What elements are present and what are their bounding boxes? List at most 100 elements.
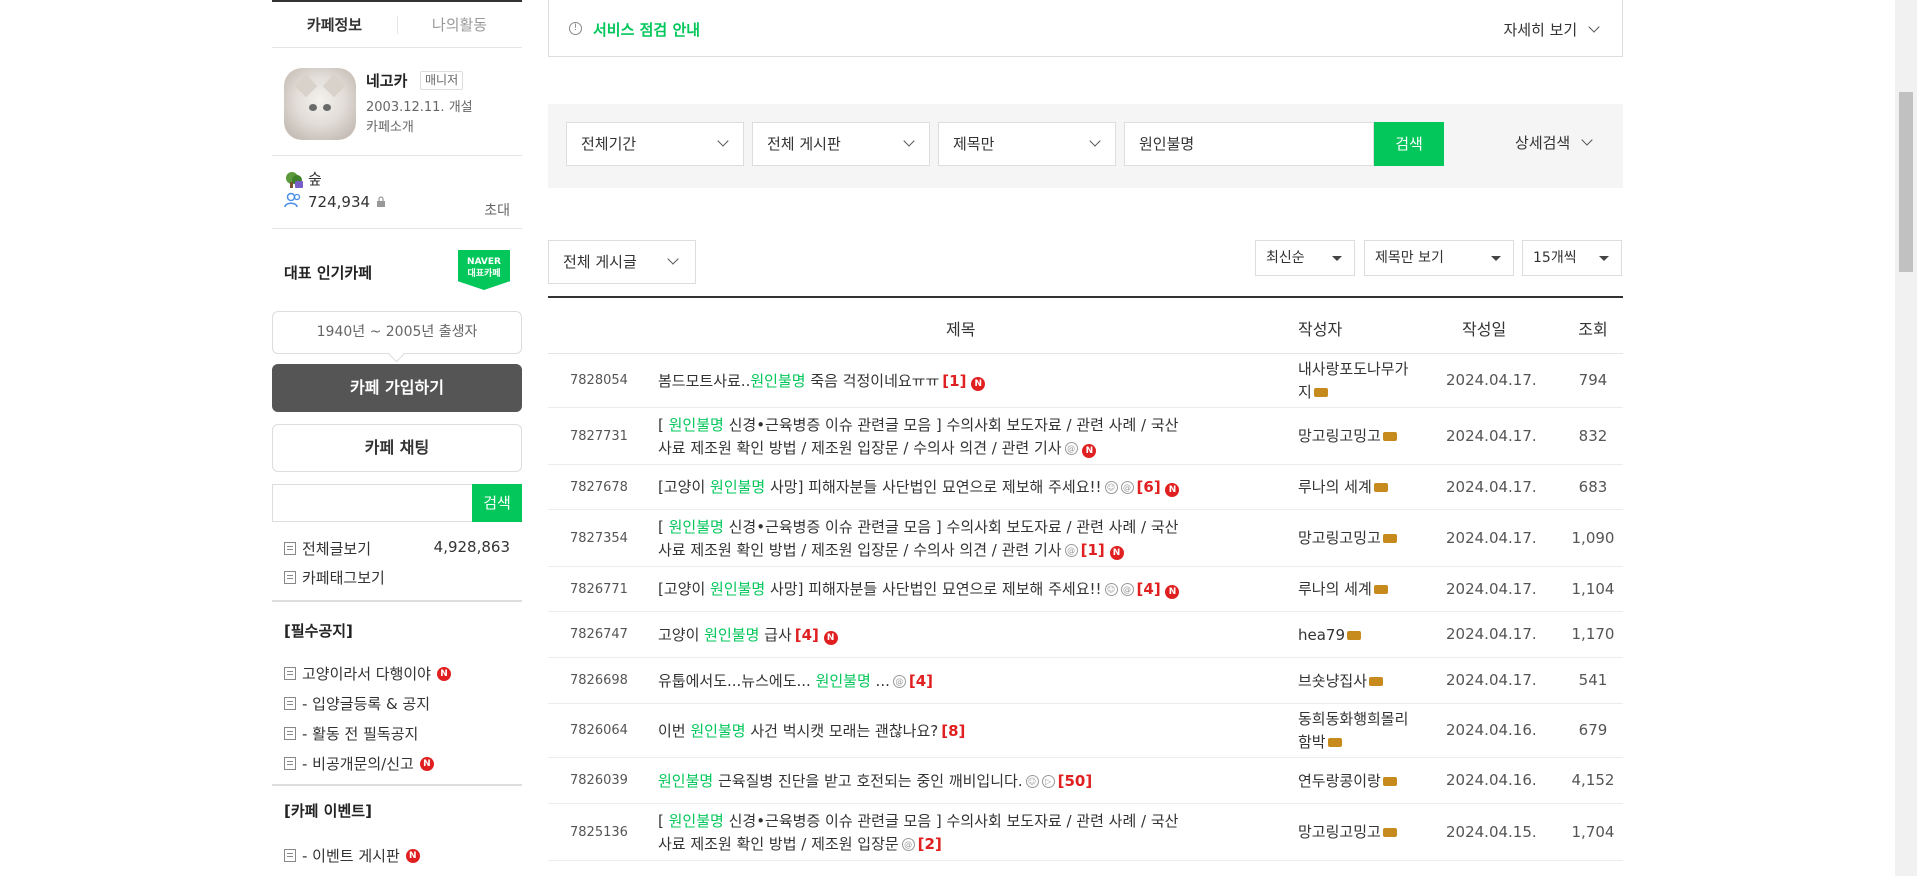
table-row[interactable]: 7827354 [ 원인불명 신경•근육병증 이슈 관련글 모음 ] 수의사회 보… bbox=[548, 510, 1623, 567]
chevron-down-icon bbox=[1588, 21, 1600, 33]
menu-tag-view[interactable]: 카페태그보기 bbox=[284, 567, 385, 588]
post-title-link[interactable]: 이번 원인불명 사건 벅시캣 모래는 괜찮나요? [8] bbox=[658, 720, 1258, 743]
cafe-intro-link[interactable]: 카페소개 bbox=[366, 116, 414, 135]
post-title-link[interactable]: [ 원인불명 신경•근육병증 이슈 관련글 모음 ] 수의사회 보도자료 / 관… bbox=[658, 810, 1258, 856]
search-button[interactable]: 검색 bbox=[1374, 122, 1444, 166]
member-level-icon bbox=[1369, 676, 1384, 686]
menu-item-label: 고양이라서 다행이야 bbox=[302, 665, 431, 683]
invite-link[interactable]: 초대 bbox=[484, 200, 510, 220]
title-text: [ bbox=[658, 517, 669, 536]
notice-more-link[interactable]: 자세히 보기 bbox=[1503, 19, 1600, 40]
member-level-icon bbox=[1382, 534, 1397, 543]
sort-select[interactable]: 최신순 bbox=[1255, 240, 1355, 276]
post-views: 1,704 bbox=[1571, 822, 1615, 841]
title-text: 사료 제조원 확인 방법 / 제조원 입장문 / 수의사 의견 / 관련 기사 bbox=[658, 540, 1062, 559]
chevron-down-icon bbox=[1581, 134, 1593, 146]
comment-count[interactable]: [50] bbox=[1058, 772, 1093, 790]
period-select-value: 전체기간 bbox=[581, 135, 637, 153]
table-row[interactable]: 7825136 [ 원인불명 신경•근육병증 이슈 관련글 모음 ] 수의사회 보… bbox=[548, 804, 1623, 861]
new-badge: N bbox=[823, 630, 838, 645]
member-count[interactable]: 724,934 bbox=[284, 192, 386, 212]
comment-count[interactable]: [8] bbox=[941, 722, 965, 740]
title-text: 죽음 걱정이네요ㅠㅠ bbox=[805, 371, 940, 390]
page-scrollbar[interactable] bbox=[1895, 0, 1917, 876]
comment-count[interactable]: [1] bbox=[942, 372, 966, 390]
post-author[interactable]: 내사랑포도나무가 지 bbox=[1298, 358, 1438, 404]
menu-item[interactable]: - 입양글등록 & 공지 bbox=[284, 693, 430, 714]
all-posts-filter[interactable]: 전체 게시글 bbox=[548, 240, 696, 284]
post-title-link[interactable]: 고양이 원인불명 급사 [4] N bbox=[658, 624, 1258, 647]
author-name: 루나의 세계 bbox=[1298, 478, 1372, 496]
join-cafe-button[interactable]: 카페 가입하기 bbox=[272, 364, 522, 412]
post-date: 2024.04.17. bbox=[1446, 528, 1537, 547]
cafe-manager-name[interactable]: 네고카 bbox=[366, 70, 407, 91]
post-author[interactable]: 망고링고밍고 bbox=[1298, 527, 1438, 550]
author-name: 연두랑콩이랑 bbox=[1298, 771, 1381, 790]
sidebar-search-button[interactable]: 검색 bbox=[472, 484, 522, 522]
post-number: 7827678 bbox=[570, 479, 628, 495]
tab-my-activity[interactable]: 나의활동 bbox=[397, 2, 522, 47]
comment-count[interactable]: [4] bbox=[1137, 580, 1161, 598]
table-row[interactable]: 7827731 [ 원인불명 신경•근육병증 이슈 관련글 모음 ] 수의사회 보… bbox=[548, 408, 1623, 465]
scope-select-value: 제목만 bbox=[953, 135, 995, 153]
scope-select[interactable]: 제목만 bbox=[938, 122, 1116, 166]
lock-icon bbox=[376, 193, 386, 211]
cafe-level[interactable]: 숲 bbox=[284, 168, 322, 189]
menu-item[interactable]: - 활동 전 필독공지 bbox=[284, 723, 418, 744]
table-row[interactable]: 7826771 [고양이 원인불명 사망] 피해자분들 사단법인 묘연으로 제보해… bbox=[548, 567, 1623, 612]
cafe-avatar[interactable] bbox=[284, 68, 356, 140]
search-input[interactable]: 원인불명 bbox=[1124, 122, 1374, 166]
post-title-link[interactable]: [고양이 원인불명 사망] 피해자분들 사단법인 묘연으로 제보해 주세요!! ☺… bbox=[658, 476, 1258, 499]
notice-text[interactable]: 서비스 점검 안내 bbox=[593, 19, 700, 40]
post-author[interactable]: 망고링고밍고 bbox=[1298, 821, 1438, 844]
post-author[interactable]: 연두랑콩이랑 bbox=[1298, 770, 1438, 793]
period-select[interactable]: 전체기간 bbox=[566, 122, 744, 166]
document-icon bbox=[284, 849, 296, 862]
post-author[interactable]: 브숏냥집사 bbox=[1298, 670, 1438, 693]
member-level-icon bbox=[1373, 483, 1388, 492]
post-table: 제목 작성자 작성일 조회 7828054 봄드모트사료..원인불명 죽음 걱정이… bbox=[548, 296, 1623, 861]
post-author[interactable]: 루나의 세계 bbox=[1298, 476, 1438, 499]
view-mode-select[interactable]: 제목만 보기 bbox=[1364, 240, 1514, 276]
table-row[interactable]: 7826747 고양이 원인불명 급사 [4] Nhea79 2024.04.17. 1… bbox=[548, 612, 1623, 658]
table-row[interactable]: 7826064 이번 원인불명 사건 벅시캣 모래는 괜찮나요? [8] 동희동화행희… bbox=[548, 704, 1623, 758]
post-title-link[interactable]: [고양이 원인불명 사망] 피해자분들 사단법인 묘연으로 제보해 주세요!! ☺… bbox=[658, 578, 1258, 601]
menu-item[interactable]: - 이벤트 게시판 N bbox=[284, 845, 420, 866]
comment-count[interactable]: [6] bbox=[1137, 478, 1161, 496]
table-row[interactable]: 7827678 [고양이 원인불명 사망] 피해자분들 사단법인 묘연으로 제보해… bbox=[548, 465, 1623, 510]
naver-representative-badge[interactable]: NAVER 대표카페 bbox=[458, 250, 510, 290]
title-text: 사료 제조원 확인 방법 / 제조원 입장문 / 수의사 의견 / 관련 기사 bbox=[658, 438, 1062, 457]
per-page-select[interactable]: 15개씩 bbox=[1522, 240, 1622, 276]
menu-all-posts[interactable]: 전체글보기 bbox=[284, 538, 371, 559]
menu-all-posts-label: 전체글보기 bbox=[302, 540, 372, 558]
menu-item[interactable]: 고양이라서 다행이야 N bbox=[284, 663, 451, 684]
post-author[interactable]: 망고링고밍고 bbox=[1298, 425, 1438, 448]
post-title-link[interactable]: 원인불명 근육질병 진단을 받고 호전되는 중인 깨비입니다. ☺ ▷ [50] bbox=[658, 770, 1258, 793]
attachment-icon: @ bbox=[1064, 543, 1078, 557]
table-row[interactable]: 7826039 원인불명 근육질병 진단을 받고 호전되는 중인 깨비입니다. ☺ ▷… bbox=[548, 758, 1623, 804]
tab-cafe-info[interactable]: 카페정보 bbox=[272, 2, 397, 47]
comment-count[interactable]: [2] bbox=[918, 835, 942, 853]
post-title-link[interactable]: [ 원인불명 신경•근육병증 이슈 관련글 모음 ] 수의사회 보도자료 / 관… bbox=[658, 414, 1258, 460]
post-author[interactable]: hea79 bbox=[1298, 624, 1438, 647]
sidebar-search-input[interactable] bbox=[273, 485, 473, 521]
comment-count[interactable]: [4] bbox=[795, 626, 819, 644]
table-row[interactable]: 7826698 유툽에서도...뉴스에도... 원인불명 ... @ [4] 브숏냥집사… bbox=[548, 658, 1623, 704]
post-title-link[interactable]: [ 원인불명 신경•근육병증 이슈 관련글 모음 ] 수의사회 보도자료 / 관… bbox=[658, 516, 1258, 562]
cafe-chat-button[interactable]: 카페 채팅 bbox=[272, 424, 522, 472]
menu-item[interactable]: - 비공개문의/신고 N bbox=[284, 753, 434, 774]
scrollbar-thumb[interactable] bbox=[1899, 92, 1913, 272]
post-author[interactable]: 루나의 세계 bbox=[1298, 578, 1438, 601]
post-date: 2024.04.17. bbox=[1446, 477, 1537, 496]
advanced-search-toggle[interactable]: 상세검색 bbox=[1515, 132, 1593, 153]
menu-item-label: - 활동 전 필독공지 bbox=[302, 725, 419, 743]
search-panel: 전체기간 전체 게시판 제목만 원인불명 검색 상세검색 bbox=[548, 104, 1623, 188]
title-keyword: 원인불명 bbox=[704, 625, 760, 644]
post-title-link[interactable]: 유툽에서도...뉴스에도... 원인불명 ... @ [4] bbox=[658, 670, 1258, 693]
comment-count[interactable]: [4] bbox=[909, 672, 933, 690]
comment-count[interactable]: [1] bbox=[1081, 541, 1105, 559]
board-select[interactable]: 전체 게시판 bbox=[752, 122, 930, 166]
post-title-link[interactable]: 봄드모트사료..원인불명 죽음 걱정이네요ㅠㅠ [1] N bbox=[658, 370, 1258, 393]
post-author[interactable]: 동희동화행희몰리 함박 bbox=[1298, 708, 1438, 754]
table-row[interactable]: 7828054 봄드모트사료..원인불명 죽음 걱정이네요ㅠㅠ [1] N 내사랑포도… bbox=[548, 354, 1623, 408]
